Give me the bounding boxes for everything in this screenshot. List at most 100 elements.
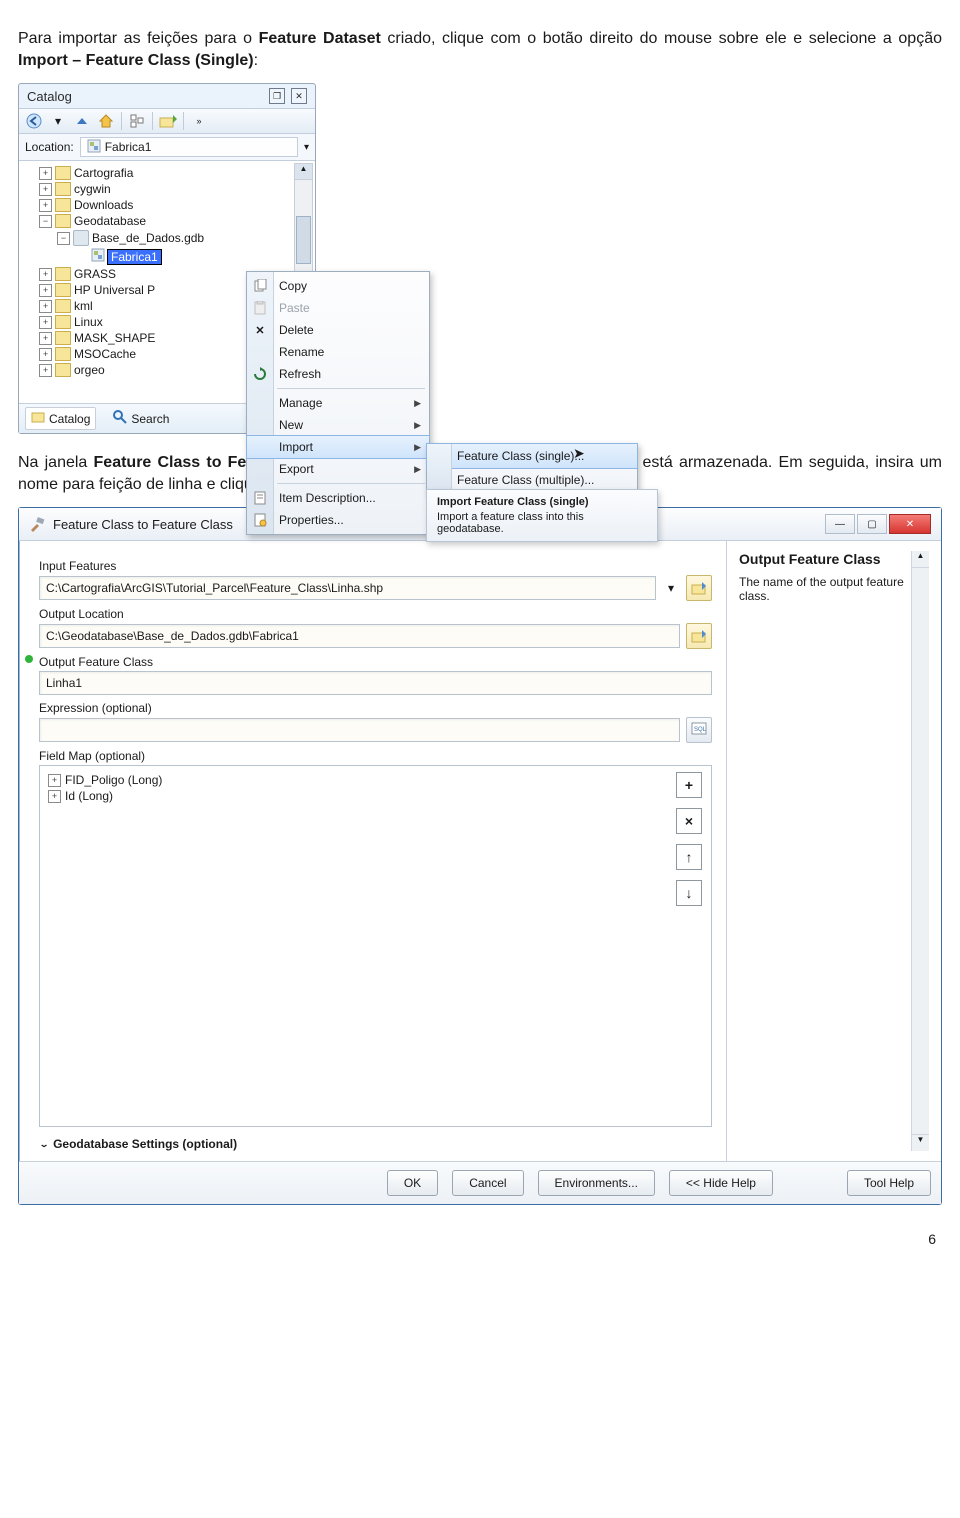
expand-icon[interactable]: +	[39, 183, 52, 196]
expand-icon[interactable]: +	[39, 332, 52, 345]
folder-icon	[55, 198, 71, 212]
expand-icon[interactable]: +	[48, 790, 61, 803]
field-value: C:\Geodatabase\Base_de_Dados.gdb\Fabrica…	[46, 629, 299, 643]
overflow-icon[interactable]: »	[190, 112, 208, 130]
ctx-paste: Paste	[247, 297, 429, 319]
tree-item[interactable]: Linux	[74, 315, 103, 329]
tree-item[interactable]: HP Universal P	[74, 283, 155, 297]
window-restore-icon[interactable]: ❐	[269, 88, 285, 104]
scroll-thumb[interactable]	[296, 216, 311, 264]
tree-item[interactable]: Downloads	[74, 198, 133, 212]
refresh-icon	[252, 366, 268, 382]
tab-search[interactable]: Search	[108, 407, 174, 430]
input-features-field[interactable]: C:\Cartografia\ArcGIS\Tutorial_Parcel\Fe…	[39, 576, 656, 600]
home-icon[interactable]	[97, 112, 115, 130]
expression-field[interactable]	[39, 718, 680, 742]
tree-item[interactable]: MSOCache	[74, 347, 136, 361]
tree-item[interactable]: Cartografia	[74, 166, 133, 180]
ctx-import[interactable]: Import▶	[247, 436, 429, 458]
expand-icon[interactable]: +	[39, 364, 52, 377]
submenu-label: Feature Class (multiple)...	[457, 473, 594, 487]
feature-dataset-icon	[87, 139, 101, 156]
scroll-up-icon[interactable]: ▲	[912, 551, 929, 568]
ctx-export[interactable]: Export▶	[247, 458, 429, 480]
expand-icon[interactable]: +	[48, 774, 61, 787]
dropdown-icon[interactable]: ▾	[304, 142, 309, 153]
submenu-feature-class-single[interactable]: Feature Class (single)...	[427, 444, 637, 468]
browse-button[interactable]	[686, 575, 712, 601]
move-up-button[interactable]: ↑	[676, 844, 702, 870]
tree-toggle-icon[interactable]	[128, 112, 146, 130]
expand-icon[interactable]: +	[39, 316, 52, 329]
dropdown-icon[interactable]: ▾	[49, 112, 67, 130]
tree-item[interactable]: Base_de_Dados.gdb	[92, 231, 204, 245]
geodatabase-icon	[73, 230, 89, 246]
close-button[interactable]: ✕	[889, 514, 931, 534]
ctx-copy[interactable]: Copy	[247, 275, 429, 297]
add-button[interactable]: +	[676, 772, 702, 798]
maximize-button[interactable]: ▢	[857, 514, 887, 534]
connect-folder-icon[interactable]	[159, 112, 177, 130]
submenu-arrow-icon: ▶	[414, 420, 421, 431]
location-input[interactable]: Fabrica1	[80, 137, 298, 157]
output-location-field[interactable]: C:\Geodatabase\Base_de_Dados.gdb\Fabrica…	[39, 624, 680, 648]
scroll-up-icon[interactable]: ▲	[295, 164, 312, 180]
tree-item[interactable]: GRASS	[74, 267, 116, 281]
tree-item-selected[interactable]: Fabrica1	[108, 250, 161, 264]
tree-item[interactable]: Geodatabase	[74, 214, 146, 228]
back-icon[interactable]	[25, 112, 43, 130]
dropdown-icon[interactable]: ▾	[662, 581, 680, 595]
field-map-item[interactable]: FID_Poligo (Long)	[65, 773, 162, 787]
ctx-refresh[interactable]: Refresh	[247, 363, 429, 385]
tool-help-button[interactable]: Tool Help	[847, 1170, 931, 1196]
hide-help-button[interactable]: << Hide Help	[669, 1170, 773, 1196]
svg-text:SQL: SQL	[694, 727, 707, 733]
geodatabase-settings-toggle[interactable]: ⌄Geodatabase Settings (optional)	[39, 1137, 712, 1151]
t: :	[254, 52, 258, 69]
output-feature-class-field[interactable]: Linha1	[39, 671, 712, 695]
environments-button[interactable]: Environments...	[538, 1170, 655, 1196]
cancel-button[interactable]: Cancel	[452, 1170, 523, 1196]
expand-icon[interactable]: +	[39, 284, 52, 297]
tree-item[interactable]: orgeo	[74, 363, 105, 377]
tree-item[interactable]: cygwin	[74, 182, 111, 196]
scroll-down-icon[interactable]: ▼	[912, 1134, 929, 1151]
minimize-button[interactable]: —	[825, 514, 855, 534]
page-number: 6	[18, 1231, 942, 1247]
ctx-properties[interactable]: Properties...	[247, 509, 429, 531]
ok-button[interactable]: OK	[387, 1170, 438, 1196]
label-field-map: Field Map (optional)	[39, 749, 712, 763]
ctx-delete[interactable]: ✕ Delete	[247, 319, 429, 341]
ctx-label: Properties...	[279, 513, 344, 527]
ctx-new[interactable]: New▶	[247, 414, 429, 436]
sql-button[interactable]: SQL	[686, 717, 712, 743]
expand-icon[interactable]: +	[39, 268, 52, 281]
up-icon[interactable]	[73, 112, 91, 130]
ctx-manage[interactable]: Manage▶	[247, 392, 429, 414]
expand-icon[interactable]: +	[39, 199, 52, 212]
ctx-label: Rename	[279, 345, 324, 359]
move-down-button[interactable]: ↓	[676, 880, 702, 906]
ctx-label: Manage	[279, 396, 322, 410]
folder-icon	[55, 267, 71, 281]
window-close-icon[interactable]: ✕	[291, 88, 307, 104]
tree-item[interactable]: kml	[74, 299, 93, 313]
tree-item[interactable]: MASK_SHAPE	[74, 331, 155, 345]
scrollbar[interactable]: ▲ ▼	[911, 551, 929, 1151]
browse-button[interactable]	[686, 623, 712, 649]
expand-icon[interactable]: +	[39, 348, 52, 361]
expand-icon[interactable]: +	[39, 167, 52, 180]
field-map-item[interactable]: Id (Long)	[65, 789, 113, 803]
ctx-label: Delete	[279, 323, 314, 337]
expand-icon[interactable]: +	[39, 300, 52, 313]
field-map-tree[interactable]: + FID_Poligo (Long) + Id (Long)	[40, 766, 667, 1126]
remove-button[interactable]: ×	[676, 808, 702, 834]
gdb-settings-label: Geodatabase Settings (optional)	[53, 1137, 237, 1151]
feature-class-dialog: Feature Class to Feature Class — ▢ ✕ Inp…	[18, 507, 942, 1205]
collapse-icon[interactable]: −	[57, 232, 70, 245]
ctx-item-description[interactable]: Item Description...	[247, 487, 429, 509]
tab-catalog[interactable]: Catalog	[25, 407, 96, 430]
ctx-rename[interactable]: Rename	[247, 341, 429, 363]
catalog-toolbar: ▾ »	[19, 108, 315, 134]
collapse-icon[interactable]: −	[39, 215, 52, 228]
